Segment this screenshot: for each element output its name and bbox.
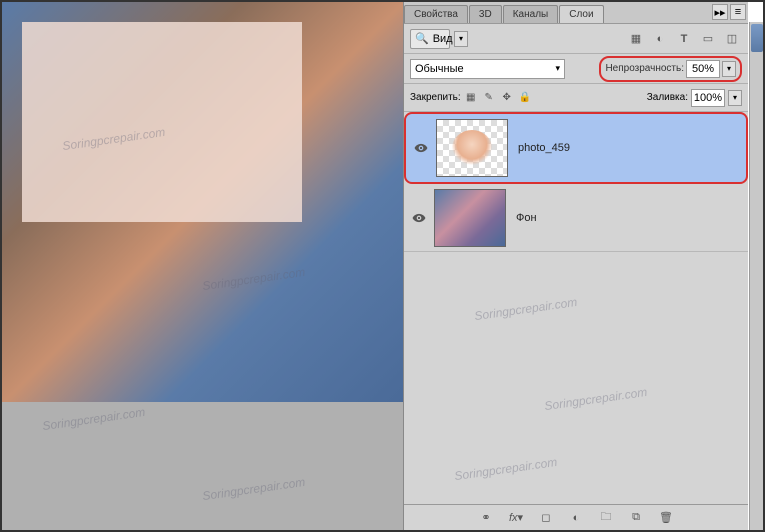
lock-row: Закрепить: ▦ ✎ ✥ 🔒 Заливка: 100% ▾ <box>404 84 748 112</box>
filter-smart-icon[interactable]: ◫ <box>722 30 742 48</box>
fx-icon[interactable]: fx▾ <box>508 510 524 526</box>
filter-pixel-icon[interactable]: ▦ <box>626 30 646 48</box>
chevron-down-icon: ▾ <box>555 63 560 74</box>
blend-mode-select[interactable]: Обычные ▾ <box>410 59 565 79</box>
layer-row[interactable]: photo_459 <box>404 112 748 184</box>
panel-tabs: Свойства 3D Каналы Слои ▸▸ ≡ <box>404 2 748 24</box>
filter-adjustment-icon[interactable]: ◐ <box>650 30 670 48</box>
lock-transparency-icon[interactable]: ▦ <box>463 90 479 106</box>
eye-icon <box>414 141 428 155</box>
filter-row: 🔍 Вид ▾ ▦ ◐ T ▭ ◫ <box>404 24 748 54</box>
layer-name[interactable]: photo_459 <box>518 142 740 154</box>
layers-list: photo_459 Фон <box>404 112 748 462</box>
panel-menu-icon[interactable]: ≡ <box>730 4 746 20</box>
filter-kind-dropdown[interactable]: 🔍 Вид <box>410 29 450 49</box>
canvas-area[interactable]: Soringpcrepair.com Soringpcrepair.com So… <box>2 2 407 530</box>
eye-icon <box>412 211 426 225</box>
layer-row[interactable]: Фон <box>404 184 748 252</box>
layer-visibility-toggle[interactable] <box>410 209 428 227</box>
filter-type-icon[interactable]: T <box>674 30 694 48</box>
layer-name[interactable]: Фон <box>516 212 742 224</box>
lock-pixels-icon[interactable]: ✎ <box>481 90 497 106</box>
canvas-background-image <box>2 2 407 402</box>
fill-label: Заливка: <box>647 92 688 103</box>
new-adjustment-icon[interactable]: ◐ <box>568 510 584 526</box>
tab-properties[interactable]: Свойства <box>404 5 468 23</box>
fill-input[interactable]: 100% <box>691 89 725 107</box>
dock-panel-icon[interactable] <box>751 24 763 52</box>
fill-arrow[interactable]: ▾ <box>728 90 742 106</box>
opacity-arrow[interactable]: ▾ <box>722 61 736 77</box>
filter-kind-arrow[interactable]: ▾ <box>454 31 468 47</box>
canvas-pasteboard <box>2 402 407 530</box>
canvas-overlay-layer <box>22 22 302 222</box>
lock-all-icon[interactable]: 🔒 <box>517 90 533 106</box>
layer-thumbnail[interactable] <box>436 119 508 177</box>
delete-layer-icon[interactable]: 🗑 <box>658 510 674 526</box>
opacity-highlight: Непрозрачность: 50% ▾ <box>599 56 742 82</box>
link-layers-icon[interactable]: ⚭ <box>478 510 494 526</box>
lock-position-icon[interactable]: ✥ <box>499 90 515 106</box>
new-layer-icon[interactable]: ⧉ <box>628 510 644 526</box>
tab-channels[interactable]: Каналы <box>503 5 559 23</box>
collapsed-panel-dock[interactable] <box>749 22 763 530</box>
filter-shape-icon[interactable]: ▭ <box>698 30 718 48</box>
opacity-input[interactable]: 50% <box>686 60 720 78</box>
layers-panel: Свойства 3D Каналы Слои ▸▸ ≡ 🔍 Вид ▾ ▦ ◐… <box>403 2 748 530</box>
tab-3d[interactable]: 3D <box>469 5 502 23</box>
tab-layers[interactable]: Слои <box>559 5 603 23</box>
layers-bottom-bar: ⚭ fx▾ ◻ ◐ 🗀 ⧉ 🗑 <box>404 504 748 530</box>
lock-label: Закрепить: <box>410 92 461 103</box>
layer-thumbnail[interactable] <box>434 189 506 247</box>
layer-visibility-toggle[interactable] <box>412 139 430 157</box>
new-group-icon[interactable]: 🗀 <box>598 510 614 526</box>
blend-mode-value: Обычные <box>415 63 464 75</box>
add-mask-icon[interactable]: ◻ <box>538 510 554 526</box>
filter-kind-label: Вид <box>433 33 453 45</box>
panel-collapse-icon[interactable]: ▸▸ <box>712 4 728 20</box>
blend-row: Обычные ▾ Непрозрачность: 50% ▾ <box>404 54 748 84</box>
opacity-label: Непрозрачность: <box>605 63 684 74</box>
